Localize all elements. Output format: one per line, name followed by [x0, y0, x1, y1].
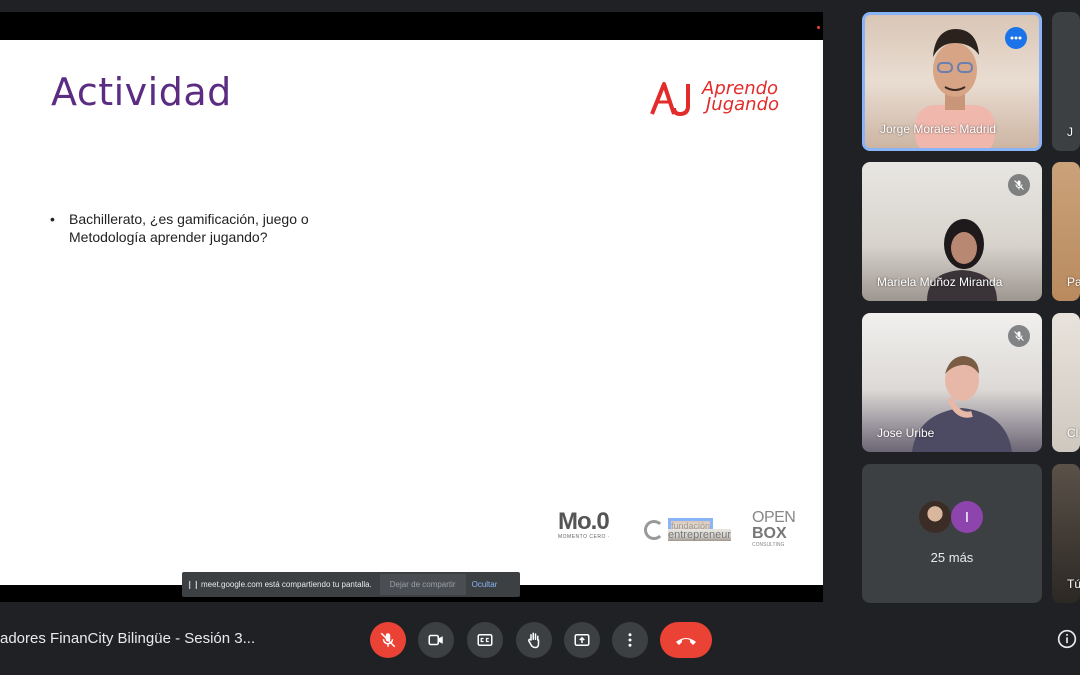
- logo-word-2: Jugando: [706, 94, 780, 115]
- slide-bullet: • Bachillerato, ¿es gamificación, juego …: [50, 210, 350, 246]
- captions-button[interactable]: [467, 622, 503, 658]
- openbox-line1: OPEN: [752, 509, 796, 526]
- more-options-button[interactable]: [612, 622, 648, 658]
- camera-icon: [428, 634, 443, 646]
- participant-tile-partial[interactable]: Cl: [1052, 313, 1080, 452]
- slide-title: Actividad: [51, 70, 232, 114]
- meet-window: Actividad Aprendo Jugando • Bachillerato…: [0, 0, 1080, 675]
- mo0-tagline: MOMENTO CERO ·: [558, 534, 610, 540]
- participant-name: Mariela Muñoz Miranda: [877, 275, 1003, 289]
- participant-name: Pa: [1067, 275, 1080, 289]
- captions-icon: [477, 634, 493, 646]
- avatar: [919, 501, 951, 533]
- meeting-title: adores FinanCity Bilingüe - Sesión 3...: [0, 630, 256, 647]
- aj-logo-mark-icon: [650, 82, 690, 116]
- hide-button[interactable]: Ocultar: [472, 580, 498, 589]
- participant-tile-partial[interactable]: Tú: [1052, 464, 1080, 603]
- fundacion-entrepreneur-logo: fundación entrepreneur: [644, 510, 734, 550]
- mic-off-icon: [1008, 174, 1030, 196]
- slide: Actividad Aprendo Jugando • Bachillerato…: [0, 40, 823, 585]
- mic-off-icon: [1008, 325, 1030, 347]
- info-icon: [1057, 629, 1077, 649]
- participant-name: Cl: [1067, 426, 1079, 440]
- avatar-letter: I: [951, 501, 983, 533]
- raise-hand-icon: [527, 632, 540, 649]
- more-options-icon[interactable]: [1005, 27, 1027, 49]
- more-participants-label: 25 más: [930, 550, 974, 565]
- openbox-line3: CONSULTING: [752, 542, 785, 548]
- participant-tile-jose[interactable]: Jose Uribe: [862, 313, 1042, 452]
- aprendo-jugando-logo: Aprendo Jugando: [650, 80, 800, 120]
- fundacion-line2: entrepreneur: [668, 529, 731, 541]
- bullet-text: Bachillerato, ¿es gamificación, juego o …: [69, 211, 309, 245]
- momento-cero-logo: Mo.0 MOMENTO CERO ·: [558, 510, 628, 550]
- raise-hand-button[interactable]: [516, 622, 552, 658]
- more-participants-tile[interactable]: I 25 más: [862, 464, 1042, 603]
- openbox-logo: OPEN BOX CONSULTING: [752, 510, 812, 550]
- participant-name: Jorge Morales Madrid: [880, 122, 997, 136]
- fundacion-circle-icon: [644, 520, 664, 540]
- participant-tile-jorge[interactable]: Jorge Morales Madrid: [862, 12, 1042, 151]
- participant-tile-mariela[interactable]: Mariela Muñoz Miranda: [862, 162, 1042, 301]
- participant-tile-partial[interactable]: J: [1052, 12, 1080, 151]
- screen-share-bar: ❙❙ meet.google.com está compartiendo tu …: [182, 572, 520, 597]
- mo0-wordmark: Mo.0: [558, 508, 610, 535]
- more-participants-content: I 25 más: [862, 464, 1042, 603]
- mic-off-icon: [380, 632, 396, 648]
- meeting-details-button[interactable]: [1056, 628, 1078, 650]
- openbox-line2: BOX: [752, 525, 787, 542]
- recording-dot-icon: [817, 26, 820, 29]
- participant-name: Jose Uribe: [877, 426, 935, 440]
- participant-name: J: [1067, 125, 1073, 139]
- participant-tile-partial[interactable]: Pa: [1052, 162, 1080, 301]
- leave-call-button[interactable]: [660, 622, 712, 658]
- more-options-icon: [628, 633, 632, 647]
- pause-icon[interactable]: ❙❙: [185, 580, 201, 589]
- stop-sharing-button[interactable]: Dejar de compartir: [379, 574, 466, 595]
- camera-toggle-button[interactable]: [418, 622, 454, 658]
- present-now-button[interactable]: [564, 622, 600, 658]
- participant-name: Tú: [1067, 577, 1080, 591]
- hang-up-icon: [676, 638, 696, 645]
- presentation-area: Actividad Aprendo Jugando • Bachillerato…: [0, 12, 823, 602]
- mic-toggle-button[interactable]: [370, 622, 406, 658]
- bullet-marker: •: [50, 211, 55, 227]
- present-icon: [574, 634, 590, 646]
- share-message: meet.google.com está compartiendo tu pan…: [201, 580, 372, 589]
